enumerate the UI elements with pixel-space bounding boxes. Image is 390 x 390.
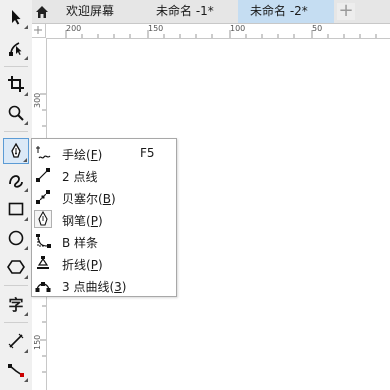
horizontal-ruler[interactable]: 200 150 100 50 <box>32 24 390 39</box>
shape-edit-icon <box>9 42 22 56</box>
add-tab-button[interactable]: + <box>337 2 355 20</box>
arrow-icon <box>12 10 21 25</box>
menu-item-freehand[interactable]: 手绘(F) F5 <box>32 142 176 164</box>
home-icon <box>36 5 48 18</box>
polyline-icon <box>34 254 52 272</box>
ruler-label: 150 <box>33 334 42 350</box>
text-tool[interactable]: 字 <box>3 291 29 317</box>
ruler-origin-icon <box>34 26 42 34</box>
document-tab-bar: 欢迎屏幕 未命名 -1* 未命名 -2* + <box>32 0 390 24</box>
menu-item-3-point-curve[interactable]: 3 点曲线(3) <box>32 274 176 296</box>
bezier-icon <box>34 188 52 206</box>
menu-item-label: 贝塞尔(B) <box>62 192 116 206</box>
toolbox: 字 <box>0 0 33 390</box>
shape-tool[interactable] <box>3 35 29 61</box>
tab-untitled-1[interactable]: 未命名 -1* <box>144 0 236 23</box>
magnifier-icon <box>8 105 24 121</box>
rectangle-tool[interactable] <box>3 196 29 222</box>
menu-item-label: 3 点曲线(3) <box>62 280 127 294</box>
three-point-curve-icon <box>34 276 52 294</box>
menu-item-polyline[interactable]: 折线(P) <box>32 252 176 274</box>
curve-icon <box>9 175 23 188</box>
hexagon-icon <box>7 260 25 274</box>
menu-item-label: 折线(P) <box>62 258 103 272</box>
home-button[interactable] <box>32 0 52 23</box>
ellipse-icon <box>8 230 24 246</box>
ruler-label: 50 <box>312 24 323 33</box>
ellipse-tool[interactable] <box>3 225 29 251</box>
ruler-ticks <box>65 30 377 38</box>
ruler-label: 300 <box>33 92 42 108</box>
shortcut-label: F5 <box>140 146 155 160</box>
ruler-label: 100 <box>230 24 246 33</box>
polygon-tool[interactable] <box>3 254 29 280</box>
connector-tool[interactable] <box>3 357 29 383</box>
connector-icon <box>8 364 24 377</box>
menu-item-label: 手绘(F) <box>62 148 103 162</box>
two-point-line-icon <box>34 166 52 184</box>
menu-item-pen[interactable]: 钢笔(P) <box>32 208 176 230</box>
text-icon: 字 <box>8 295 24 314</box>
dimension-icon <box>8 333 24 349</box>
menu-item-b-spline[interactable]: B 样条 <box>32 230 176 252</box>
tab-untitled-2[interactable]: 未命名 -2* <box>238 0 334 23</box>
pick-tool[interactable] <box>3 4 29 30</box>
menu-item-label: 2 点线 <box>62 170 98 184</box>
artistic-media-tool[interactable] <box>3 167 29 193</box>
rectangle-icon <box>8 202 24 216</box>
curve-tools-flyout: 手绘(F) F5 2 点线 贝塞尔(B) 钢笔(P) B 样条 折线(P) 3 … <box>31 138 177 297</box>
ruler-label: 200 <box>66 24 82 33</box>
pen-icon <box>34 210 52 228</box>
crop-icon <box>8 76 24 92</box>
ruler-origin[interactable] <box>32 24 46 38</box>
ruler-label: 150 <box>148 24 164 33</box>
crop-tool[interactable] <box>3 71 29 97</box>
freehand-icon <box>34 144 52 162</box>
menu-item-2-point-line[interactable]: 2 点线 <box>32 164 176 186</box>
tab-welcome-screen[interactable]: 欢迎屏幕 <box>54 0 142 23</box>
menu-item-label: 钢笔(P) <box>62 214 103 228</box>
dimension-tool[interactable] <box>3 328 29 354</box>
menu-item-label: B 样条 <box>62 236 99 250</box>
freehand-tool[interactable] <box>3 138 29 164</box>
zoom-tool[interactable] <box>3 100 29 126</box>
b-spline-icon <box>34 232 52 250</box>
menu-item-bezier[interactable]: 贝塞尔(B) <box>32 186 176 208</box>
